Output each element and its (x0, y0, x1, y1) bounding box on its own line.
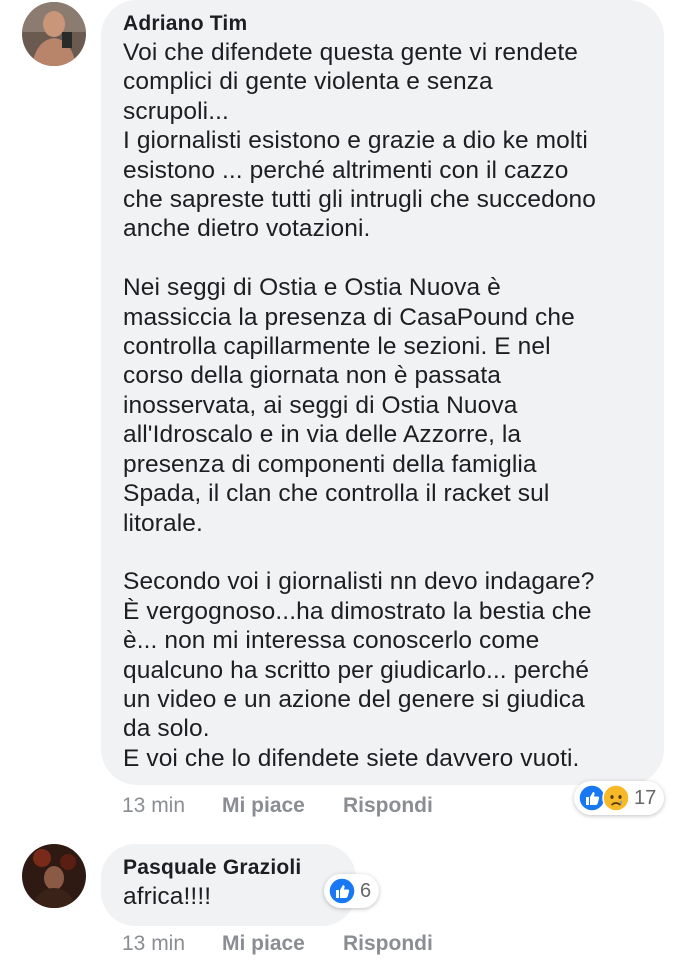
avatar-photo-icon (22, 844, 86, 908)
like-button[interactable]: Mi piace (222, 932, 343, 956)
comment-author[interactable]: Pasquale Grazioli (123, 856, 356, 880)
reaction-count: 6 (360, 879, 372, 902)
like-button[interactable]: Mi piace (222, 794, 343, 818)
comment-bubble: Adriano Tim Voi che difendete questa gen… (101, 0, 664, 785)
comment-text: africa!!!! (123, 883, 212, 910)
reply-button[interactable]: Rispondi (343, 794, 433, 818)
avatar-photo-icon (22, 2, 86, 66)
comment-actions: 13 min Mi piace Rispondi (122, 794, 433, 818)
sad-icon (602, 784, 630, 812)
comment-text: Voi che difendete questa gente vi rendet… (123, 39, 596, 772)
reaction-summary[interactable]: 17 (574, 781, 665, 815)
comment-bubble: Pasquale Grazioli africa!!!! (101, 844, 356, 926)
avatar[interactable] (22, 2, 86, 66)
comment-timestamp[interactable]: 13 min (122, 932, 222, 956)
reaction-count: 17 (634, 786, 657, 809)
comment-timestamp[interactable]: 13 min (122, 794, 222, 818)
comment-author[interactable]: Adriano Tim (123, 12, 664, 36)
avatar[interactable] (22, 844, 86, 908)
reply-button[interactable]: Rispondi (343, 932, 433, 956)
like-icon (328, 877, 356, 905)
comment-actions: 13 min Mi piace Rispondi (122, 932, 433, 956)
reaction-summary[interactable]: 6 (324, 874, 380, 908)
